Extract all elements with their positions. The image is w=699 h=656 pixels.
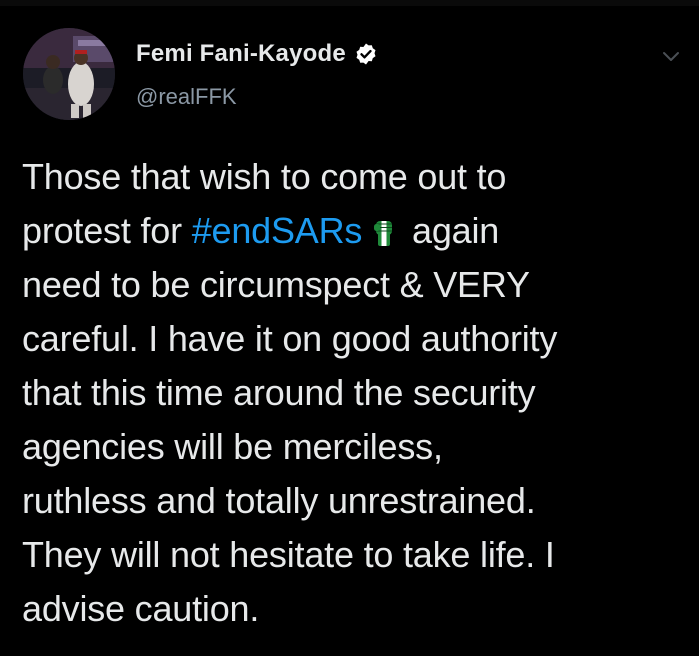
tweet-line: that this time around the security [22,372,536,413]
hashtag-link[interactable]: #endSARs [192,210,363,251]
tweet-line: They will not hesitate to take life. I [22,534,555,575]
verified-badge-icon [354,42,378,66]
author-display-name[interactable]: Femi Fani-Kayode [136,40,346,68]
tweet-line: protest for #endSARs again [22,204,692,258]
author-handle[interactable]: @realFFK [136,84,237,110]
tweet-line: ruthless and totally unrestrained. [22,480,536,521]
raised-fist-nigeria-icon [372,215,396,247]
tweet-text-segment: protest for [22,210,192,251]
tweet-line: Those that wish to come out to [22,156,507,197]
tweet-line: agencies will be merciless, [22,426,443,467]
tweet-text-segment: again [402,210,500,251]
avatar[interactable] [23,28,115,120]
chevron-down-icon[interactable] [662,50,680,62]
tweet-card[interactable]: Femi Fani-Kayode @realFFK Those that wis… [0,0,699,656]
top-divider [0,0,699,6]
tweet-text: Those that wish to come out to protest f… [22,150,692,636]
tweet-line: careful. I have it on good authority [22,318,558,359]
author-name-row[interactable]: Femi Fani-Kayode [136,40,378,68]
tweet-line: advise caution. [22,588,260,629]
tweet-line: need to be circumspect & VERY [22,264,530,305]
avatar-photo [23,28,115,120]
